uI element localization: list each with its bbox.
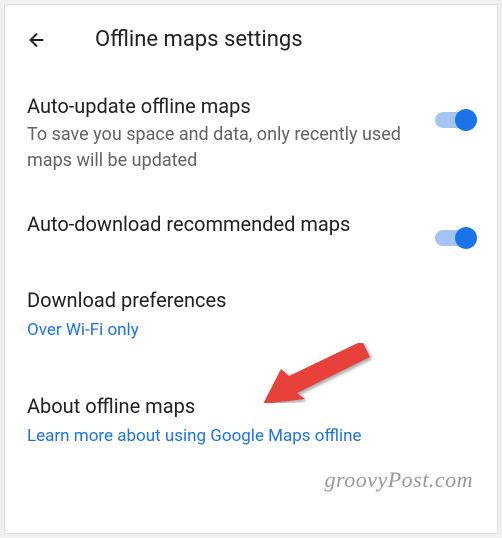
toggle-thumb xyxy=(455,227,477,249)
about-title: About offline maps xyxy=(27,392,475,420)
back-arrow-icon[interactable] xyxy=(25,28,49,52)
toggle-thumb xyxy=(455,109,477,131)
about-setting[interactable]: About offline maps Learn more about usin… xyxy=(5,360,497,466)
auto-update-desc: To save you space and data, only recentl… xyxy=(27,122,415,174)
download-preferences-value[interactable]: Over Wi-Fi only xyxy=(27,318,475,342)
auto-update-title: Auto-update offline maps xyxy=(27,92,415,120)
about-link[interactable]: Learn more about using Google Maps offli… xyxy=(27,424,475,448)
auto-update-setting[interactable]: Auto-update offline maps To save you spa… xyxy=(5,74,497,192)
page-title: Offline maps settings xyxy=(95,27,477,52)
auto-update-toggle[interactable] xyxy=(435,108,475,132)
auto-download-text: Auto-download recommended maps xyxy=(27,210,415,240)
download-preferences-title: Download preferences xyxy=(27,286,475,314)
auto-download-title: Auto-download recommended maps xyxy=(27,210,415,238)
auto-update-text: Auto-update offline maps To save you spa… xyxy=(27,92,415,174)
watermark: groovyPost.com xyxy=(324,467,473,493)
download-preferences-setting[interactable]: Download preferences Over Wi-Fi only xyxy=(5,268,497,360)
header: Offline maps settings xyxy=(5,5,497,74)
auto-download-setting[interactable]: Auto-download recommended maps xyxy=(5,192,497,268)
auto-download-toggle[interactable] xyxy=(435,226,475,250)
settings-screen: Offline maps settings Auto-update offlin… xyxy=(4,4,498,534)
